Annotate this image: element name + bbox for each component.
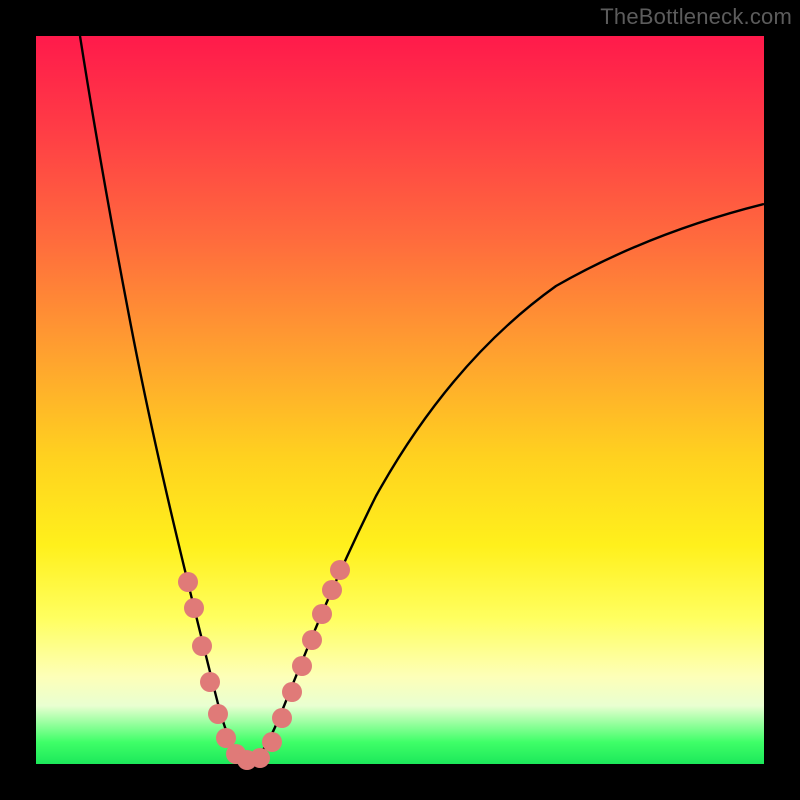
marker-dot (272, 708, 292, 728)
marker-dot (250, 748, 270, 768)
attribution-text: TheBottleneck.com (600, 4, 792, 30)
marker-dot (330, 560, 350, 580)
marker-dot (200, 672, 220, 692)
marker-dot (208, 704, 228, 724)
marker-dot (192, 636, 212, 656)
marker-dot (312, 604, 332, 624)
marker-dot (282, 682, 302, 702)
marker-dot (262, 732, 282, 752)
marker-dot (184, 598, 204, 618)
marker-dot (302, 630, 322, 650)
bottleneck-curve (80, 36, 764, 762)
marker-dot (178, 572, 198, 592)
marker-group (178, 560, 350, 770)
marker-dot (292, 656, 312, 676)
curve-svg (36, 36, 764, 764)
plot-area (36, 36, 764, 764)
chart-frame: TheBottleneck.com (0, 0, 800, 800)
marker-dot (322, 580, 342, 600)
